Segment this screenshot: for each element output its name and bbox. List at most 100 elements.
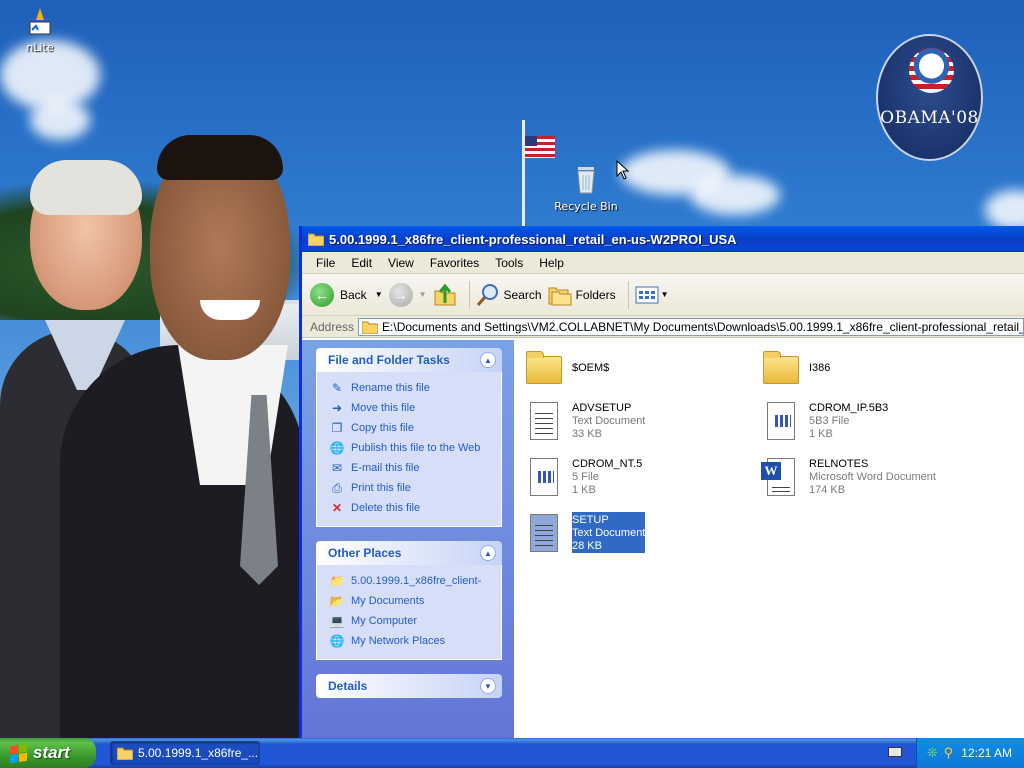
- up-folder-button[interactable]: [433, 283, 457, 307]
- panel-title: Details: [328, 679, 368, 693]
- forward-button[interactable]: → ▼: [388, 282, 427, 307]
- place-my-network-places[interactable]: 🌐 My Network Places: [329, 631, 493, 651]
- word-document-icon: W: [761, 456, 801, 502]
- file-name: $OEM$: [572, 362, 610, 374]
- search-icon: [476, 283, 498, 306]
- task-delete[interactable]: ✕ Delete this file: [329, 498, 493, 518]
- menu-view[interactable]: View: [380, 256, 422, 270]
- task-copy[interactable]: ❐ Copy this file: [329, 418, 493, 438]
- folder-icon: 📁: [329, 574, 345, 588]
- system-file-icon: [524, 456, 564, 502]
- rename-icon: ✎: [331, 381, 343, 395]
- file-item-folder[interactable]: $OEM$: [524, 348, 609, 394]
- copy-icon: ❐: [331, 421, 343, 435]
- file-item[interactable]: ADVSETUP Text Document 33 KB: [524, 400, 645, 446]
- toolbar-separator: [627, 280, 629, 309]
- file-item[interactable]: CDROM_IP.5B3 5B3 File 1 KB: [761, 400, 888, 446]
- folder-icon: [761, 348, 801, 394]
- cloud: [985, 190, 1024, 230]
- cloud: [30, 100, 90, 140]
- text-document-icon: [524, 400, 564, 446]
- file-item-folder[interactable]: I386: [761, 348, 830, 394]
- title-bar[interactable]: 5.00.1999.1_x86fre_client-professional_r…: [302, 226, 1024, 252]
- forward-arrow-icon: →: [388, 282, 413, 307]
- taskbar: start 5.00.1999.1_x86fre_... ❊ ⚲ 12:21 A…: [0, 738, 1024, 768]
- menu-tools[interactable]: Tools: [487, 256, 531, 270]
- panel-header[interactable]: Details ▼: [316, 674, 502, 698]
- move-icon: ➜: [331, 401, 343, 415]
- desktop-icon-label: nLite: [26, 41, 54, 54]
- toolbar: ← Back ▼ → ▼ Search Folders ▼: [302, 274, 1024, 316]
- file-name: ADVSETUP: [572, 402, 632, 414]
- file-size: 1 KB: [809, 428, 833, 440]
- chevron-down-icon[interactable]: ▼: [419, 290, 427, 299]
- file-size: 1 KB: [572, 484, 596, 496]
- panel-header[interactable]: File and Folder Tasks ▲: [316, 348, 502, 372]
- folders-button[interactable]: Folders: [548, 284, 616, 306]
- rising-sun-logo-icon: [909, 48, 954, 93]
- back-button[interactable]: ← Back ▼: [310, 282, 383, 307]
- menu-file[interactable]: File: [308, 256, 343, 270]
- taskbar-window-label: 5.00.1999.1_x86fre_...: [138, 746, 259, 760]
- place-label: My Documents: [351, 595, 425, 607]
- task-rename[interactable]: ✎ Rename this file: [329, 378, 493, 398]
- desktop-icon-nlite[interactable]: nLite: [18, 6, 62, 54]
- task-email[interactable]: ✉ E-mail this file: [329, 458, 493, 478]
- search-tray-icon[interactable]: ⚲: [944, 745, 954, 761]
- place-my-documents[interactable]: 📂 My Documents: [329, 591, 493, 611]
- folder-icon: [524, 348, 564, 394]
- other-places-panel: Other Places ▲ 📁 5.00.1999.1_x86fre_clien…: [316, 541, 502, 660]
- task-pane: File and Folder Tasks ▲ ✎ Rename this fil…: [302, 340, 514, 738]
- desktop-icon-recycle-bin[interactable]: Recycle Bin: [552, 163, 620, 213]
- start-label: start: [33, 743, 70, 762]
- task-label: Delete this file: [351, 502, 421, 514]
- task-move[interactable]: ➜ Move this file: [329, 398, 493, 418]
- clock[interactable]: 12:21 AM: [961, 746, 1012, 760]
- menu-favorites[interactable]: Favorites: [422, 256, 487, 270]
- panel-title: File and Folder Tasks: [328, 353, 450, 367]
- file-name: RELNOTES: [809, 458, 869, 470]
- views-icon: [635, 286, 659, 303]
- campaign-logo: OBAMA'08: [876, 34, 983, 161]
- place-my-computer[interactable]: 💻 My Computer: [329, 611, 493, 631]
- keyboard-icon[interactable]: [888, 747, 902, 757]
- start-button[interactable]: start: [0, 738, 96, 768]
- address-field[interactable]: E:\Documents and Settings\VM2.COLLABNET\…: [358, 317, 1024, 336]
- file-item-selected[interactable]: SETUP Text Document 28 KB: [524, 512, 646, 558]
- place-parent-folder[interactable]: 📁 5.00.1999.1_x86fre_client-: [329, 571, 493, 591]
- collapse-chevron-icon[interactable]: ▲: [480, 545, 496, 561]
- task-label: Copy this file: [351, 422, 414, 434]
- panel-body: 📁 5.00.1999.1_x86fre_client- 📂 My Document…: [316, 565, 502, 660]
- file-list: $OEM$ I386 ADVSETUP Text Document 33 KB: [514, 340, 1024, 738]
- file-item[interactable]: W RELNOTES Microsoft Word Document 174 K…: [761, 456, 936, 502]
- cloud: [690, 175, 780, 215]
- email-icon: ✉: [331, 461, 343, 475]
- chevron-down-icon[interactable]: ▼: [661, 290, 669, 299]
- delete-icon: ✕: [331, 501, 343, 515]
- person-left-hair: [30, 160, 142, 215]
- place-label: 5.00.1999.1_x86fre_client-: [351, 575, 482, 587]
- taskbar-window-button[interactable]: 5.00.1999.1_x86fre_...: [110, 741, 260, 765]
- place-label: My Network Places: [351, 635, 446, 647]
- menu-help[interactable]: Help: [531, 256, 572, 270]
- address-value: E:\Documents and Settings\VM2.COLLABNET\…: [382, 319, 1024, 334]
- windows-logo-icon: [10, 743, 27, 763]
- mouse-cursor-icon: [616, 160, 630, 180]
- chevron-down-icon[interactable]: ▼: [375, 290, 383, 299]
- task-publish[interactable]: 🌐 Publish this file to the Web: [329, 438, 493, 458]
- file-type: Text Document: [572, 527, 646, 539]
- search-button[interactable]: Search: [476, 283, 542, 307]
- menu-edit[interactable]: Edit: [343, 256, 380, 270]
- expand-chevron-icon[interactable]: ▼: [480, 678, 496, 694]
- address-bar: Address E:\Documents and Settings\VM2.CO…: [302, 316, 1024, 338]
- folders-icon: [548, 287, 572, 305]
- network-tray-icon[interactable]: ❊: [927, 745, 938, 761]
- task-print[interactable]: ⎙ Print this file: [329, 478, 493, 498]
- file-item[interactable]: CDROM_NT.5 5 File 1 KB: [524, 456, 642, 502]
- folder-icon: [308, 233, 324, 246]
- us-flag: [525, 136, 555, 158]
- views-button[interactable]: ▼: [635, 285, 669, 305]
- panel-header[interactable]: Other Places ▲: [316, 541, 502, 565]
- collapse-chevron-icon[interactable]: ▲: [480, 352, 496, 368]
- panel-body: ✎ Rename this file ➜ Move this file ❐ Copy …: [316, 372, 502, 527]
